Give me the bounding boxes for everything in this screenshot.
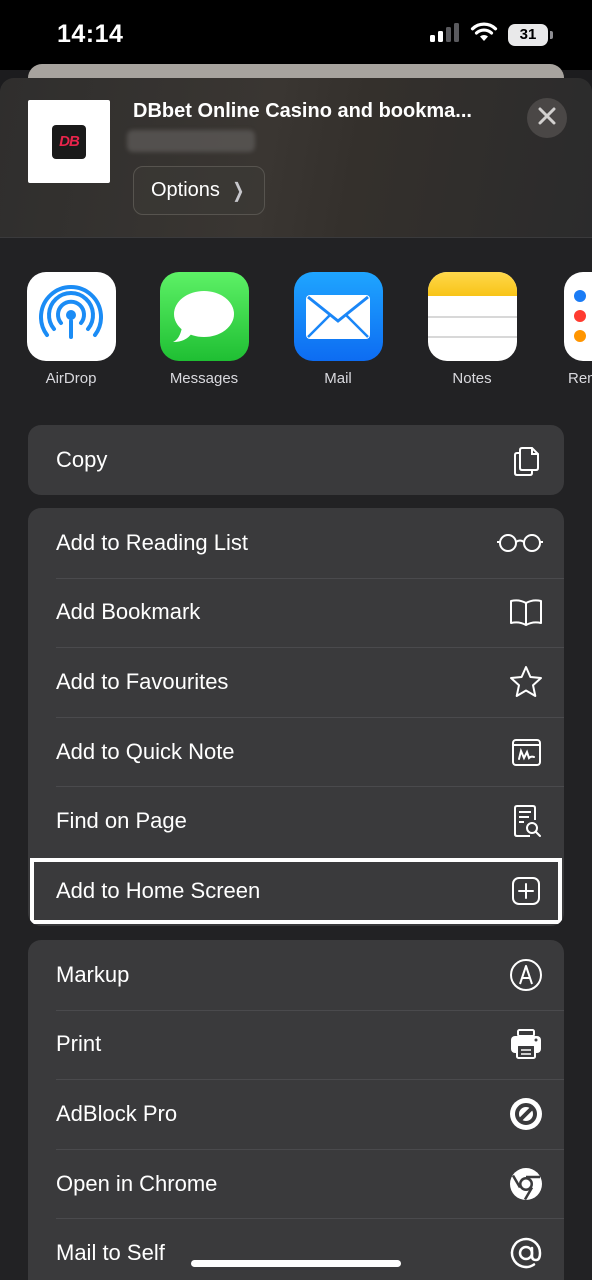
share-app-notes[interactable]: Notes — [405, 272, 539, 387]
battery-indicator: 31 — [508, 23, 553, 46]
share-app-mail[interactable]: Mail — [271, 272, 405, 387]
status-icons: 31 — [430, 22, 553, 47]
markup-icon — [508, 957, 544, 993]
action-add-to-home-screen[interactable]: Add to Home Screen — [28, 856, 564, 926]
book-icon — [508, 594, 544, 630]
star-icon — [508, 664, 544, 700]
site-thumbnail: DB — [28, 100, 110, 183]
action-label: Find on Page — [56, 808, 187, 834]
copy-icon — [508, 442, 544, 478]
action-adblock-pro[interactable]: AdBlock Pro — [28, 1079, 564, 1149]
action-group-extensions: Markup Print AdBlock Pro Open in Chrome … — [28, 940, 564, 1280]
wifi-icon — [470, 22, 498, 47]
share-sheet: DB DBbet Online Casino and bookma... Opt… — [0, 78, 592, 1280]
app-label: Rem — [568, 370, 592, 387]
action-find-on-page[interactable]: Find on Page — [28, 786, 564, 856]
action-open-in-chrome[interactable]: Open in Chrome — [28, 1148, 564, 1219]
site-title: DBbet Online Casino and bookma... — [133, 100, 472, 122]
quick-note-icon — [508, 734, 544, 770]
action-copy[interactable]: Copy — [28, 425, 564, 495]
app-label: Mail — [324, 370, 352, 387]
chrome-icon — [508, 1166, 544, 1202]
options-label: Options — [151, 179, 220, 201]
share-app-messages[interactable]: Messages — [137, 272, 271, 387]
action-add-to-favourites[interactable]: Add to Favourites — [28, 647, 564, 717]
glasses-icon — [496, 525, 544, 561]
action-label: Add to Home Screen — [56, 877, 261, 903]
plus-square-icon — [508, 873, 544, 909]
mail-icon — [293, 272, 383, 361]
status-bar: 14:14 31 — [0, 0, 592, 70]
action-print[interactable]: Print — [28, 1009, 564, 1080]
action-markup[interactable]: Markup — [28, 940, 564, 1010]
printer-icon — [508, 1026, 544, 1062]
action-label: Mail to Self — [56, 1240, 165, 1266]
options-button[interactable]: Options ❯ — [133, 166, 265, 215]
at-sign-icon — [508, 1235, 544, 1271]
site-logo: DB — [52, 124, 86, 159]
action-group-page: Add to Reading List Add Bookmark Add to … — [28, 508, 564, 926]
close-button[interactable] — [527, 98, 567, 138]
site-url-redacted — [127, 130, 255, 152]
action-label: Add to Favourites — [56, 668, 229, 694]
find-on-page-icon — [508, 803, 544, 839]
action-label: Add to Quick Note — [56, 738, 235, 764]
home-indicator[interactable] — [191, 1260, 401, 1267]
action-label: Add Bookmark — [56, 599, 201, 625]
messages-icon — [159, 272, 249, 361]
chevron-right-icon: ❯ — [232, 180, 245, 202]
action-mail-to-self[interactable]: Mail to Self — [28, 1218, 564, 1280]
action-add-to-quick-note[interactable]: Add to Quick Note — [28, 716, 564, 787]
action-label: Copy — [56, 446, 108, 472]
app-label: Notes — [452, 370, 492, 387]
action-label: Open in Chrome — [56, 1170, 218, 1196]
share-sheet-header: DB DBbet Online Casino and bookma... Opt… — [0, 78, 592, 238]
action-add-bookmark[interactable]: Add Bookmark — [28, 577, 564, 648]
close-icon — [538, 104, 556, 132]
action-label: Add to Reading List — [56, 529, 249, 555]
adblock-icon — [508, 1096, 544, 1132]
notes-icon — [427, 272, 517, 361]
action-label: Markup — [56, 961, 130, 987]
action-add-to-reading-list[interactable]: Add to Reading List — [28, 508, 564, 578]
share-app-reminders[interactable]: Rem — [540, 272, 592, 387]
action-label: Print — [56, 1031, 102, 1057]
reminders-icon — [564, 272, 592, 361]
share-app-airdrop[interactable]: AirDrop — [4, 272, 138, 387]
action-group-copy: Copy — [28, 425, 564, 495]
share-app-row: AirDrop Messages Mail Notes Re — [0, 272, 592, 392]
app-label: Messages — [169, 370, 239, 387]
cellular-signal-icon — [430, 22, 460, 47]
airdrop-icon — [26, 272, 116, 361]
status-time: 14:14 — [57, 20, 124, 48]
action-label: AdBlock Pro — [56, 1100, 178, 1126]
app-label: AirDrop — [45, 370, 97, 387]
